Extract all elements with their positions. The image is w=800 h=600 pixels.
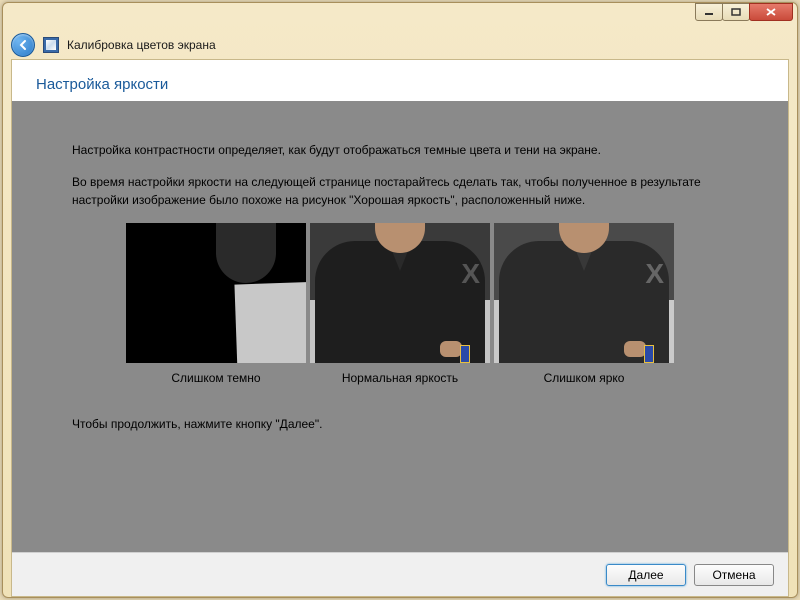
navbar: Калибровка цветов экрана <box>3 31 797 59</box>
footer: Далее Отмена <box>12 552 788 596</box>
cancel-button[interactable]: Отмена <box>694 564 774 586</box>
example-image-dark <box>126 223 306 363</box>
brightness-examples: Слишком темно X Нормальная яркость <box>72 223 728 387</box>
content-area: Настройка яркости Настройка контрастност… <box>11 59 789 597</box>
example-label-normal: Нормальная яркость <box>342 369 458 387</box>
example-image-bright: X <box>494 223 674 363</box>
description-1: Настройка контрастности определяет, как … <box>72 141 728 159</box>
back-button[interactable] <box>11 33 35 57</box>
example-label-dark: Слишком темно <box>171 369 260 387</box>
continue-instruction: Чтобы продолжить, нажмите кнопку "Далее"… <box>72 415 728 433</box>
page-heading: Настройка яркости <box>12 60 788 101</box>
instruction-panel: Настройка контрастности определяет, как … <box>12 101 788 552</box>
window-controls <box>696 3 793 21</box>
example-image-normal: X <box>310 223 490 363</box>
window-title: Калибровка цветов экрана <box>67 38 216 52</box>
example-normal: X Нормальная яркость <box>310 223 490 387</box>
wizard-window: Калибровка цветов экрана Настройка яркос… <box>2 2 798 598</box>
example-too-bright: X Слишком ярко <box>494 223 674 387</box>
example-too-dark: Слишком темно <box>126 223 306 387</box>
maximize-button[interactable] <box>722 3 750 21</box>
minimize-button[interactable] <box>695 3 723 21</box>
next-button[interactable]: Далее <box>606 564 686 586</box>
close-button[interactable] <box>749 3 793 21</box>
titlebar <box>3 3 797 31</box>
description-2: Во время настройки яркости на следующей … <box>72 173 728 209</box>
example-label-bright: Слишком ярко <box>544 369 625 387</box>
app-icon <box>43 37 59 53</box>
